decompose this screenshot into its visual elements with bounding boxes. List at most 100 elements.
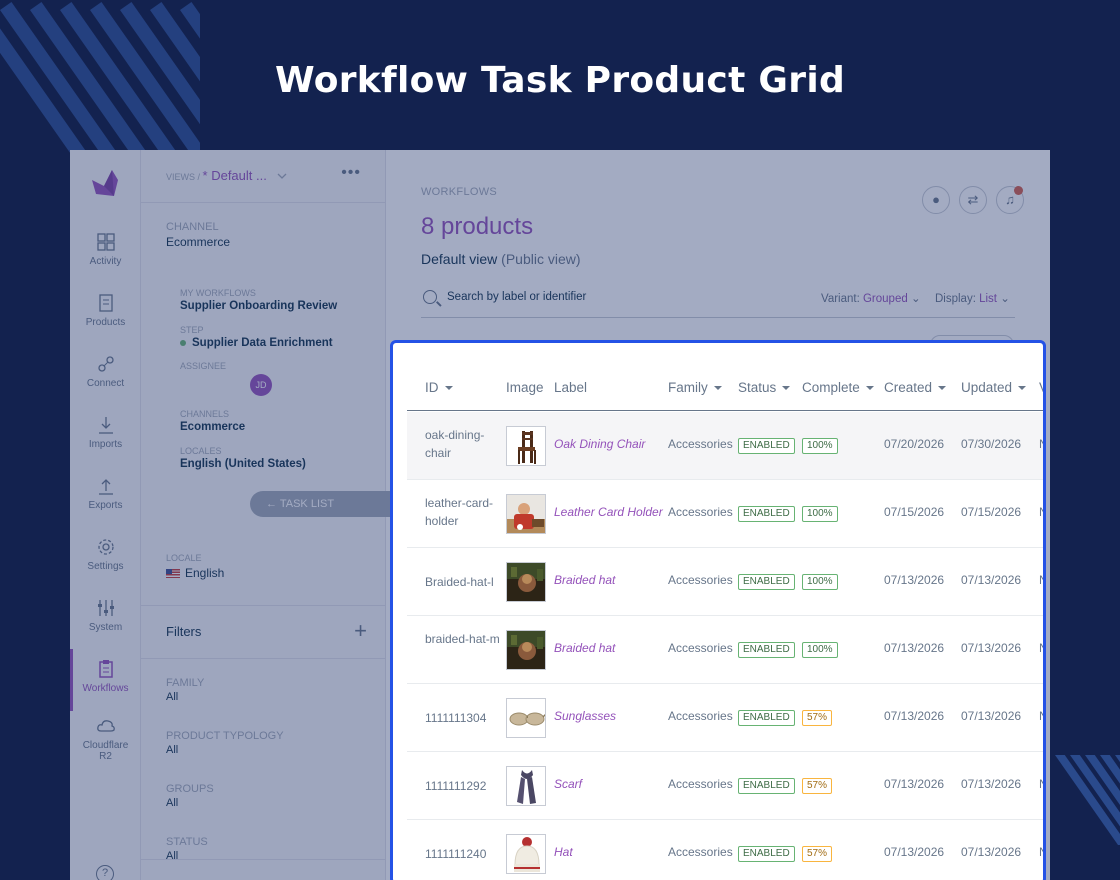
column-header-id[interactable]: ID: [425, 380, 453, 395]
settings-icon: [97, 539, 114, 555]
product-label-link[interactable]: Leather Card Holder: [554, 505, 663, 519]
nav-item-imports[interactable]: Imports: [70, 415, 141, 450]
product-image[interactable]: [506, 630, 546, 670]
table-row[interactable]: 1111111292 Scarf Accessories ENABLED 57% 07/1…: [407, 752, 1043, 820]
truncated-cell: N: [1039, 777, 1043, 791]
product-image[interactable]: [506, 494, 546, 534]
product-label-link[interactable]: Sunglasses: [554, 709, 616, 723]
completeness-badge: 57%: [802, 778, 833, 794]
nav-item-cloudflare-r2[interactable]: Cloudflare R2: [70, 716, 141, 762]
column-header-label[interactable]: Label: [554, 380, 587, 395]
nav-item-connect[interactable]: Connect: [70, 354, 141, 389]
product-label-link[interactable]: Braided hat: [554, 641, 615, 655]
variant-selector[interactable]: Variant: Grouped ⌄: [821, 291, 921, 305]
product-image[interactable]: [506, 766, 546, 806]
column-header-created[interactable]: Created: [884, 380, 947, 395]
locales-label: LOCALES: [180, 446, 222, 456]
nav-item-workflows[interactable]: Workflows: [70, 649, 141, 711]
nav-item-products[interactable]: Products: [70, 293, 141, 328]
nav-label: Exports: [88, 500, 123, 511]
truncated-cell: N: [1039, 573, 1043, 587]
filter-value-status[interactable]: All: [166, 850, 178, 862]
sort-caret-icon: [444, 386, 453, 391]
nav-item-settings[interactable]: Settings: [70, 537, 141, 572]
help-icon[interactable]: ?: [96, 865, 114, 880]
sort-caret-icon: [782, 386, 791, 391]
filter-label: GROUPS: [166, 783, 214, 795]
product-image[interactable]: [506, 698, 546, 738]
product-image[interactable]: [506, 834, 546, 874]
product-family: Accessories: [668, 573, 733, 587]
updated-date: 07/15/2026: [961, 505, 1022, 519]
channels-value: Ecommerce: [180, 421, 246, 433]
search-icon: [423, 290, 437, 304]
nav-item-activity[interactable]: Activity: [70, 232, 141, 267]
table-row[interactable]: braided-hat-m Braided hat Accessories ENABL…: [407, 616, 1043, 684]
views-selector[interactable]: VIEWS / * Default ...: [166, 168, 287, 183]
created-date: 07/13/2026: [884, 777, 945, 791]
created-date: 07/15/2026: [884, 505, 945, 519]
product-image[interactable]: [506, 426, 546, 466]
product-label-link[interactable]: Scarf: [554, 777, 582, 791]
view-name: * Default ...: [202, 168, 267, 183]
table-row[interactable]: oak-dining-chair Oak Dining Chair Accessor…: [407, 412, 1043, 480]
created-date: 07/13/2026: [884, 641, 945, 655]
filter-value-groups[interactable]: All: [166, 797, 178, 809]
product-label-link[interactable]: Hat: [554, 845, 573, 859]
created-date: 07/13/2026: [884, 709, 945, 723]
nav-label: Activity: [89, 256, 122, 267]
truncated-cell: N: [1039, 437, 1043, 451]
column-header-image[interactable]: Image: [506, 380, 544, 395]
status-badge: ENABLED: [738, 574, 795, 590]
created-date: 07/13/2026: [884, 845, 945, 859]
table-row[interactable]: Braided-hat-l Braided hat Accessories ENABL…: [407, 548, 1043, 616]
truncated-cell: N: [1039, 505, 1043, 519]
column-header-complete[interactable]: Complete: [802, 380, 874, 395]
nav-label: Connect: [86, 378, 125, 389]
filter-value-family[interactable]: All: [166, 691, 178, 703]
completeness-badge: 57%: [802, 710, 833, 726]
table-row[interactable]: 1111111304 Sunglasses Accessories ENABLED 57…: [407, 684, 1043, 752]
product-family: Accessories: [668, 709, 733, 723]
product-id: 1111111240: [425, 847, 487, 861]
table-row[interactable]: 1111111240 Hat Accessories ENABLED 57% 07/13/…: [407, 820, 1043, 880]
sort-caret-icon: [938, 386, 947, 391]
notification-badge: [1014, 186, 1023, 195]
locale-label: LOCALE: [166, 553, 202, 563]
link-icon[interactable]: ⇄: [959, 186, 987, 214]
channel-value[interactable]: Ecommerce: [166, 235, 230, 249]
product-family: Accessories: [668, 777, 733, 791]
column-header-family[interactable]: Family: [668, 380, 722, 395]
product-label-link[interactable]: Braided hat: [554, 573, 615, 587]
table-row[interactable]: leather-card-holder Leather Card Holder Ac…: [407, 480, 1043, 548]
product-label-link[interactable]: Oak Dining Chair: [554, 437, 645, 451]
filter-value-product-typology[interactable]: All: [166, 744, 178, 756]
nav-item-system[interactable]: System: [70, 598, 141, 633]
updated-date: 07/13/2026: [961, 709, 1022, 723]
user-icon[interactable]: ●: [922, 186, 950, 214]
product-id: leather-card-holder: [425, 496, 494, 528]
column-header-updated[interactable]: Updated: [961, 380, 1027, 395]
add-filter-icon[interactable]: +: [354, 618, 367, 644]
column-header-status[interactable]: Status: [738, 380, 791, 395]
nav-item-exports[interactable]: Exports: [70, 476, 141, 511]
product-id: 1111111292: [425, 779, 487, 793]
column-header-v[interactable]: V: [1039, 380, 1043, 395]
more-options-button[interactable]: •••: [341, 164, 361, 182]
product-family: Accessories: [668, 437, 733, 451]
current-view: Default view (Public view): [421, 251, 581, 267]
search-input[interactable]: Search by label or identifier: [447, 291, 586, 303]
nav-label: Products: [85, 317, 126, 328]
locale-selector[interactable]: English: [166, 566, 224, 580]
views-prefix: VIEWS /: [166, 172, 201, 182]
product-id: braided-hat-m: [425, 632, 500, 646]
updated-date: 07/13/2026: [961, 641, 1022, 655]
product-grid-highlight: ID Image Label Family Status Complete Created U…: [390, 340, 1046, 880]
grid-header: ID Image Label Family Status Complete Created U…: [407, 369, 1043, 411]
updated-date: 07/13/2026: [961, 777, 1022, 791]
product-image[interactable]: [506, 562, 546, 602]
search-bar[interactable]: Search by label or identifier Variant: G…: [421, 288, 1015, 318]
breadcrumb[interactable]: WORKFLOWS: [421, 186, 497, 198]
filter-label: PRODUCT TYPOLOGY: [166, 730, 284, 742]
display-selector[interactable]: Display: List ⌄: [935, 291, 1010, 305]
